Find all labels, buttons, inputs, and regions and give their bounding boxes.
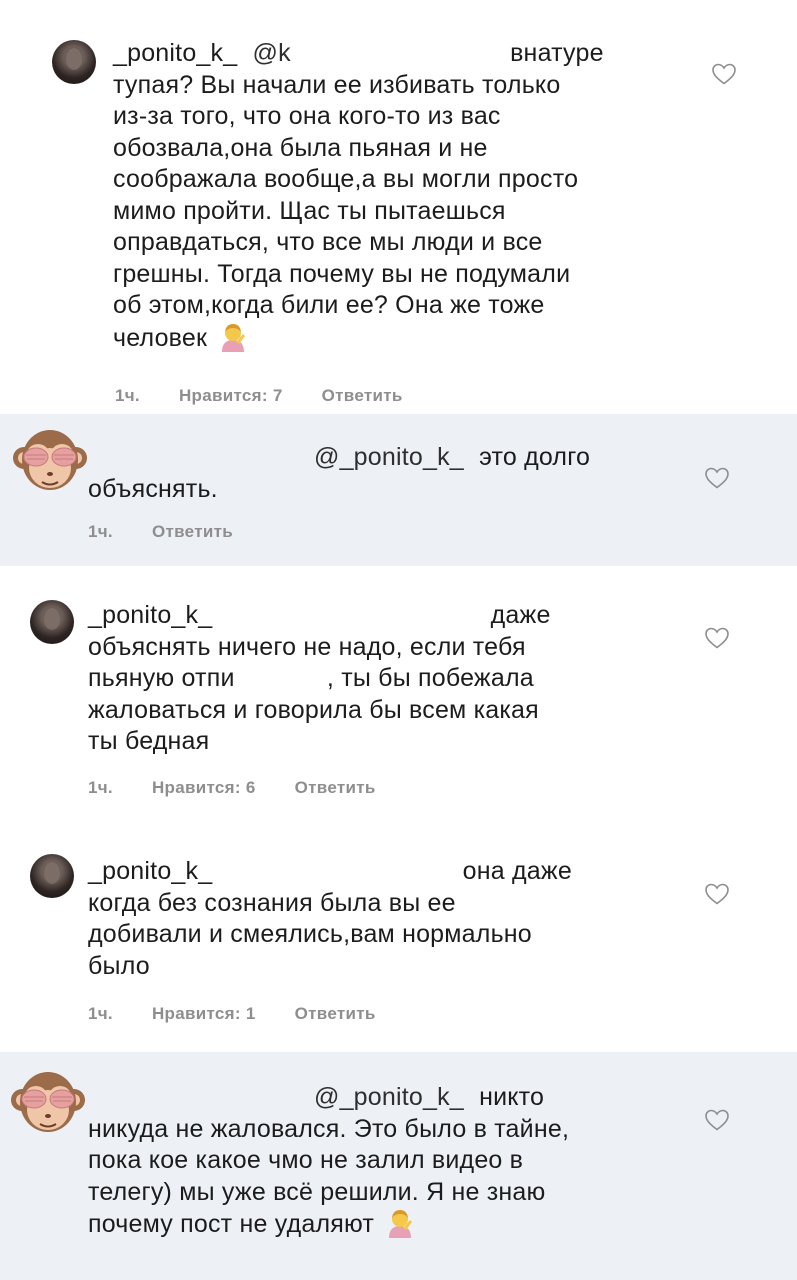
comment-text: _ponito_k_ она даже когда без сознания б…	[88, 856, 648, 982]
comment-text: _ponito_k_ @k внатуре тупая? Вы начали е…	[113, 38, 673, 354]
likes-count[interactable]: Нравится: 7	[179, 386, 283, 405]
heart-outline-icon[interactable]	[704, 466, 730, 490]
comment-line: было	[88, 951, 150, 980]
heart-outline-icon[interactable]	[704, 626, 730, 650]
reply-button[interactable]: Ответить	[152, 522, 233, 541]
mention[interactable]: @_ponito_k_	[314, 443, 464, 471]
comment-5: @_ponito_k_ никто никуда не жаловался. Э…	[0, 1052, 797, 1280]
comment-line: никто	[479, 1083, 545, 1111]
timestamp: 1ч.	[115, 386, 140, 405]
likes-count[interactable]: Нравится: 6	[152, 778, 256, 797]
comment-line: жаловаться и говорила бы всем какая	[88, 695, 539, 724]
comment-line: внатуре	[510, 39, 604, 67]
timestamp: 1ч.	[88, 1004, 113, 1023]
avatar[interactable]	[52, 40, 96, 84]
comment-meta: 1ч. Ответить	[88, 522, 267, 542]
comment-line: об этом,когда били ее? Она же тоже	[113, 291, 545, 319]
comment-line: пока кое какое чмо не залил видео в	[88, 1146, 524, 1174]
comment-line: даже	[490, 601, 551, 629]
comment-line: человек	[113, 323, 208, 352]
comment-line: ты бедная	[88, 727, 210, 755]
comment-3: _ponito_k_ даже объяснять ничего не надо…	[0, 580, 797, 812]
comment-line: объяснять ничего не надо, если тебя	[88, 632, 526, 661]
timestamp: 1ч.	[88, 522, 113, 541]
mention[interactable]: @k	[252, 39, 290, 67]
comment-meta: 1ч. Нравится: 7 Ответить	[115, 386, 437, 406]
divider	[0, 566, 797, 580]
comment-line: когда без сознания была вы ее	[88, 888, 456, 917]
comment-2: @_ponito_k_ это долго объяснять. 1ч. Отв…	[0, 414, 797, 566]
comment-line: это долго	[479, 443, 591, 471]
comment-1: _ponito_k_ @k внатуре тупая? Вы начали е…	[0, 0, 797, 414]
likes-count[interactable]: Нравится: 1	[152, 1004, 256, 1023]
username[interactable]: _ponito_k_	[113, 39, 237, 67]
woman-tipping-hand-emoji	[385, 1208, 415, 1238]
username[interactable]: _ponito_k_	[88, 857, 212, 885]
heart-outline-icon[interactable]	[704, 1108, 730, 1132]
comment-4: _ponito_k_ она даже когда без сознания б…	[0, 812, 797, 1052]
comment-line: никуда не жаловался. Это было в тайне,	[88, 1114, 570, 1143]
comment-line: , ты бы побежала	[326, 664, 534, 692]
comment-line: соображала вообще,а вы могли просто	[113, 165, 579, 193]
comment-line: из-за того, что она кого-то из вас	[113, 102, 501, 130]
mention[interactable]: @_ponito_k_	[314, 1083, 464, 1111]
woman-tipping-hand-emoji	[218, 322, 248, 352]
comment-line: добивали и смеялись,вам нормально	[88, 920, 532, 948]
comment-text: _ponito_k_ даже объяснять ничего не надо…	[88, 600, 648, 758]
comment-line: мимо пройти. Щас ты пытаешься	[113, 196, 506, 225]
avatar[interactable]	[30, 600, 74, 644]
comment-line: телегу) мы уже всё решили. Я не знаю	[88, 1177, 546, 1206]
reply-button[interactable]: Ответить	[295, 778, 376, 797]
comment-line: почему пост не удаляют	[88, 1210, 375, 1238]
comment-meta: 1ч. Нравится: 6 Ответить	[88, 778, 410, 798]
comment-text: @_ponito_k_ это долго объяснять.	[88, 442, 648, 505]
comment-line: пьяную отпи	[88, 664, 235, 692]
comment-text: @_ponito_k_ никто никуда не жаловался. Э…	[88, 1082, 668, 1241]
see-no-evil-monkey-emoji[interactable]	[12, 424, 88, 500]
username[interactable]: _ponito_k_	[88, 601, 212, 629]
comment-line: объяснять.	[88, 474, 218, 503]
comment-meta: 1ч. Нравится: 1 Ответить	[88, 1004, 410, 1024]
heart-outline-icon[interactable]	[711, 62, 737, 86]
see-no-evil-monkey-emoji[interactable]	[10, 1066, 86, 1142]
comment-line: тупая? Вы начали ее избивать только	[113, 70, 561, 99]
reply-button[interactable]: Ответить	[322, 386, 403, 405]
comment-line: оправдаться, что все мы люди и все	[113, 228, 543, 256]
avatar[interactable]	[30, 854, 74, 898]
timestamp: 1ч.	[88, 778, 113, 797]
comment-line: она даже	[462, 857, 572, 885]
heart-outline-icon[interactable]	[704, 882, 730, 906]
comment-line: грешны. Тогда почему вы не подумали	[113, 259, 571, 288]
reply-button[interactable]: Ответить	[295, 1004, 376, 1023]
comment-line: обозвала,она была пьяная и не	[113, 133, 488, 162]
